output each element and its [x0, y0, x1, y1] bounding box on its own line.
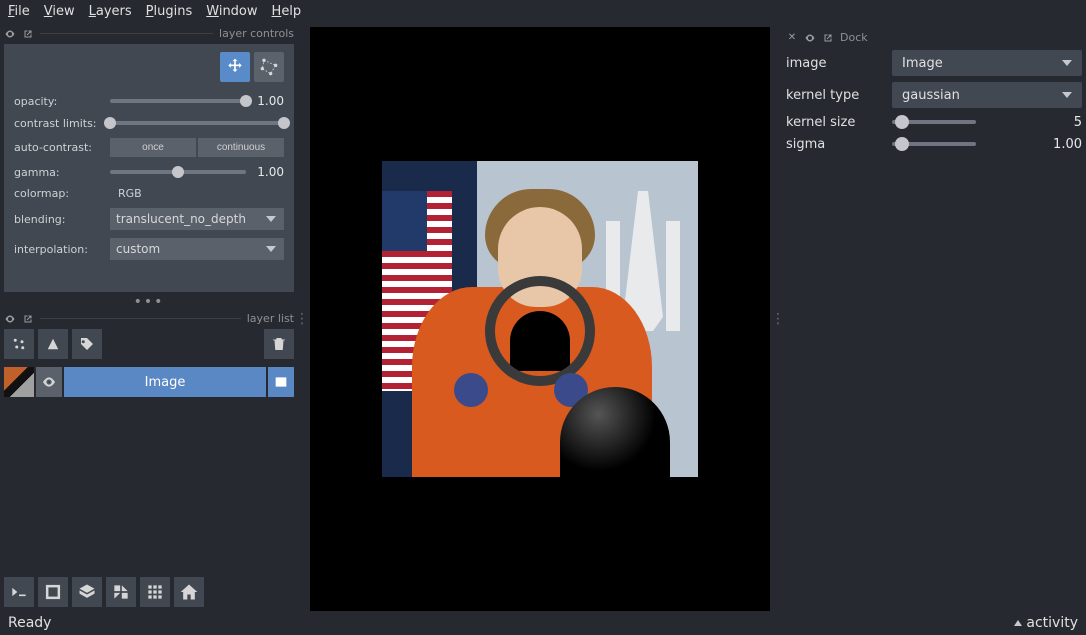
gamma-slider[interactable] [110, 165, 246, 179]
new-points-button[interactable] [4, 329, 34, 359]
layer-controls-panel: opacity: 1.00 contrast limits: auto-cont… [4, 44, 294, 292]
menu-layers[interactable]: Layers [89, 4, 132, 19]
panzoom-mode-button[interactable] [220, 52, 250, 82]
displayed-image [382, 161, 698, 477]
sigma-value: 1.00 [1050, 137, 1082, 152]
sigma-slider[interactable] [892, 136, 1042, 152]
layer-list-header: layer list [4, 312, 294, 325]
kernel-type-combo[interactable]: gaussian [892, 82, 1082, 108]
delete-layer-button[interactable] [264, 329, 294, 359]
opacity-value: 1.00 [250, 94, 284, 108]
blending-label: blending: [14, 213, 106, 226]
transform-mode-button[interactable] [254, 52, 284, 82]
layer-list-title: layer list [247, 312, 294, 325]
menu-bar: File View Layers Plugins Window Help [0, 0, 1086, 23]
activity-toggle[interactable]: activity [1014, 615, 1078, 631]
layer-item[interactable]: Image [4, 367, 294, 397]
interpolation-label: interpolation: [14, 243, 106, 256]
menu-window[interactable]: Window [206, 4, 257, 19]
eye-icon[interactable] [4, 313, 16, 325]
image-field-label: image [786, 56, 884, 71]
popout-icon[interactable] [22, 28, 34, 40]
layer-thumbnail [4, 367, 34, 397]
eye-icon[interactable] [4, 28, 16, 40]
right-panel: ✕ Dock image Image kernel type gaussian … [786, 27, 1082, 611]
opacity-slider[interactable] [110, 94, 246, 108]
new-shapes-button[interactable] [38, 329, 68, 359]
gamma-label: gamma: [14, 166, 106, 179]
menu-help[interactable]: Help [272, 4, 302, 19]
ndisplay-button[interactable] [38, 577, 68, 607]
colormap-label: colormap: [14, 187, 106, 200]
new-labels-button[interactable] [72, 329, 102, 359]
close-icon[interactable]: ✕ [786, 32, 798, 44]
status-text: Ready [8, 615, 51, 631]
blending-combo[interactable]: translucent_no_depth [110, 208, 284, 230]
auto-contrast-label: auto-contrast: [14, 141, 106, 154]
roll-dims-button[interactable] [72, 577, 102, 607]
home-button[interactable] [174, 577, 204, 607]
eye-icon[interactable] [804, 32, 816, 44]
viewer-buttons [4, 571, 294, 611]
kernel-size-slider[interactable] [892, 114, 1042, 130]
image-layer-icon [268, 367, 294, 397]
menu-view[interactable]: View [44, 4, 75, 19]
opacity-label: opacity: [14, 95, 106, 108]
interpolation-combo[interactable]: custom [110, 238, 284, 260]
menu-plugins[interactable]: Plugins [146, 4, 193, 19]
image-combo[interactable]: Image [892, 50, 1082, 76]
panel-separator[interactable]: ••• [4, 296, 294, 308]
auto-contrast-continuous-button[interactable]: continuous [198, 138, 284, 157]
status-bar: Ready activity [0, 611, 1086, 635]
popout-icon[interactable] [822, 32, 834, 44]
layer-controls-title: layer controls [219, 27, 294, 40]
contrast-limits-label: contrast limits: [14, 117, 106, 130]
popout-icon[interactable] [22, 313, 34, 325]
splitter-right[interactable]: ⋮ [774, 27, 782, 611]
console-button[interactable] [4, 577, 34, 607]
canvas[interactable] [310, 27, 770, 611]
layer-name[interactable]: Image [64, 367, 266, 397]
canvas-area [310, 27, 770, 611]
menu-file[interactable]: File [8, 4, 30, 19]
splitter-left[interactable]: ⋮ [298, 27, 306, 611]
dock-label: Dock [840, 31, 868, 44]
auto-contrast-once-button[interactable]: once [110, 138, 196, 157]
colormap-value: RGB [110, 187, 142, 200]
sigma-label: sigma [786, 137, 884, 152]
grid-button[interactable] [140, 577, 170, 607]
layer-list-toolbar [4, 329, 294, 359]
layer-controls-header: layer controls [4, 27, 294, 40]
kernel-type-label: kernel type [786, 88, 884, 103]
left-column: layer controls opacity: 1.00 [4, 27, 294, 611]
kernel-size-value: 5 [1050, 115, 1082, 130]
kernel-size-label: kernel size [786, 115, 884, 130]
gamma-value: 1.00 [250, 165, 284, 179]
transpose-button[interactable] [106, 577, 136, 607]
contrast-limits-slider[interactable] [110, 116, 284, 130]
dock-header: ✕ Dock [786, 31, 1082, 44]
layer-visibility-toggle[interactable] [36, 367, 62, 397]
